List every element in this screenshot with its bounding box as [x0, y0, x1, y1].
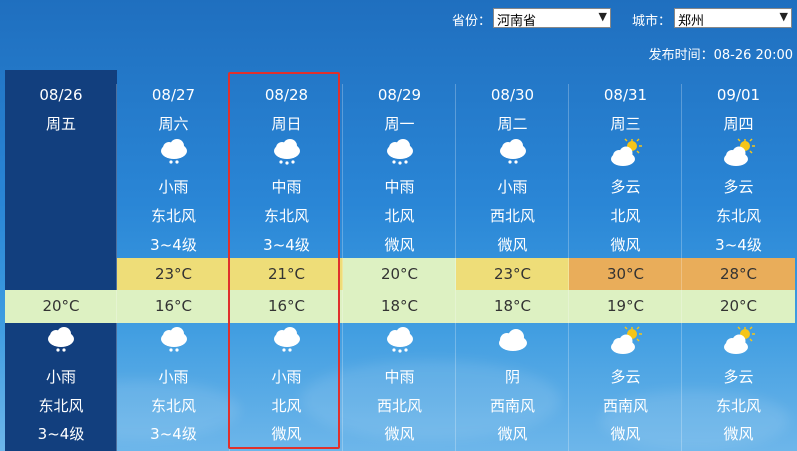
night-wind-level: 微风 — [384, 425, 415, 443]
city-select[interactable]: 郑州 ▼ — [674, 8, 792, 29]
high-temp: 28°C — [682, 258, 795, 290]
day-wind: 东北风 — [715, 207, 761, 225]
low-temp: 20°C — [682, 290, 795, 323]
weekday: 周日 — [271, 115, 302, 133]
moderate-rain-icon — [269, 138, 305, 168]
column-divider — [681, 84, 682, 451]
column-divider — [342, 84, 343, 451]
day-wind: 西北风 — [489, 207, 535, 225]
day-wind: 北风 — [384, 207, 415, 225]
night-wind: 东北风 — [150, 397, 196, 415]
high-temp: 30°C — [569, 258, 682, 290]
chevron-down-icon: ▼ — [598, 10, 607, 23]
city-value: 郑州 — [678, 14, 705, 29]
night-weather: 多云 — [723, 368, 754, 386]
light-rain-icon — [156, 138, 192, 168]
date: 08/27 — [151, 86, 196, 104]
light-rain-icon — [495, 138, 531, 168]
day-wind: 东北风 — [150, 207, 196, 225]
night-weather: 小雨 — [45, 368, 76, 386]
column-divider — [229, 84, 230, 451]
day-wind-level: 3~4级 — [715, 236, 762, 254]
day-wind-level: 微风 — [497, 236, 528, 254]
weekday: 周三 — [610, 115, 641, 133]
light-rain-icon — [43, 326, 79, 356]
night-wind: 北风 — [271, 397, 302, 415]
day-weather: 小雨 — [158, 178, 189, 196]
day-weather: 小雨 — [497, 178, 528, 196]
night-wind-level: 3~4级 — [150, 425, 197, 443]
day-weather: 多云 — [723, 178, 754, 196]
night-wind-level: 微风 — [271, 425, 302, 443]
moderate-rain-icon — [382, 138, 418, 168]
day-wind: 东北风 — [263, 207, 309, 225]
overcast-icon — [495, 326, 531, 356]
column-divider — [568, 84, 569, 451]
day-weather: 中雨 — [271, 178, 302, 196]
partly-cloudy-icon — [721, 326, 757, 356]
night-wind-level: 3~4级 — [37, 425, 85, 443]
day-wind: 北风 — [610, 207, 641, 225]
night-weather: 中雨 — [384, 368, 415, 386]
night-wind: 东北风 — [715, 397, 761, 415]
weekday: 周一 — [384, 115, 415, 133]
night-weather: 小雨 — [271, 368, 302, 386]
moderate-rain-icon — [382, 326, 418, 356]
date: 08/30 — [490, 86, 535, 104]
date: 08/26 — [39, 86, 83, 104]
publish-time: 发布时间：08-26 20:00 — [648, 48, 793, 63]
light-rain-icon — [156, 326, 192, 356]
night-wind: 西南风 — [489, 397, 535, 415]
high-temp: 21°C — [230, 258, 343, 290]
chevron-down-icon: ▼ — [779, 10, 788, 23]
night-wind-level: 微风 — [723, 425, 754, 443]
day-wind-level: 3~4级 — [150, 236, 197, 254]
province-label: 省份： — [452, 14, 492, 29]
day-column: 08/26 周五小雨东北风 3~4级 — [5, 70, 117, 451]
weekday: 周四 — [723, 115, 754, 133]
night-wind: 西南风 — [602, 397, 648, 415]
header: 省份： 河南省 ▼ 城市： 郑州 ▼ 发布时间：08-26 20:00 — [0, 0, 797, 68]
low-temp: 16°C — [117, 290, 230, 323]
high-temp: 20°C — [343, 258, 456, 290]
day-wind-level: 微风 — [610, 236, 641, 254]
night-wind: 西北风 — [376, 397, 422, 415]
date: 08/28 — [264, 86, 309, 104]
day-weather: 多云 — [610, 178, 641, 196]
column-divider — [455, 84, 456, 451]
low-temp: 18°C — [343, 290, 456, 323]
partly-cloudy-icon — [721, 138, 757, 168]
night-wind: 东北风 — [38, 397, 84, 415]
province-value: 河南省 — [497, 14, 537, 29]
high-temp: 23°C — [456, 258, 569, 290]
date: 08/31 — [603, 86, 648, 104]
night-weather: 多云 — [610, 368, 641, 386]
light-rain-icon — [269, 326, 305, 356]
night-wind-level: 微风 — [610, 425, 641, 443]
partly-cloudy-icon — [608, 138, 644, 168]
night-weather: 阴 — [504, 368, 520, 386]
partly-cloudy-icon — [608, 326, 644, 356]
weekday: 周六 — [158, 115, 189, 133]
day-weather: 中雨 — [384, 178, 415, 196]
night-wind-level: 微风 — [497, 425, 528, 443]
weekday: 周二 — [497, 115, 528, 133]
low-temp: 18°C — [456, 290, 569, 323]
weekday: 周五 — [45, 115, 76, 133]
date: 08/29 — [377, 86, 422, 104]
city-label: 城市： — [632, 14, 672, 29]
date: 09/01 — [716, 86, 761, 104]
night-weather: 小雨 — [158, 368, 189, 386]
low-temp: 20°C — [5, 290, 117, 323]
low-temp: 19°C — [569, 290, 682, 323]
province-select[interactable]: 河南省 ▼ — [493, 8, 611, 29]
day-wind-level: 3~4级 — [263, 236, 310, 254]
low-temp: 16°C — [230, 290, 343, 323]
day-wind-level: 微风 — [384, 236, 415, 254]
column-divider — [116, 84, 117, 451]
high-temp: 23°C — [117, 258, 230, 290]
